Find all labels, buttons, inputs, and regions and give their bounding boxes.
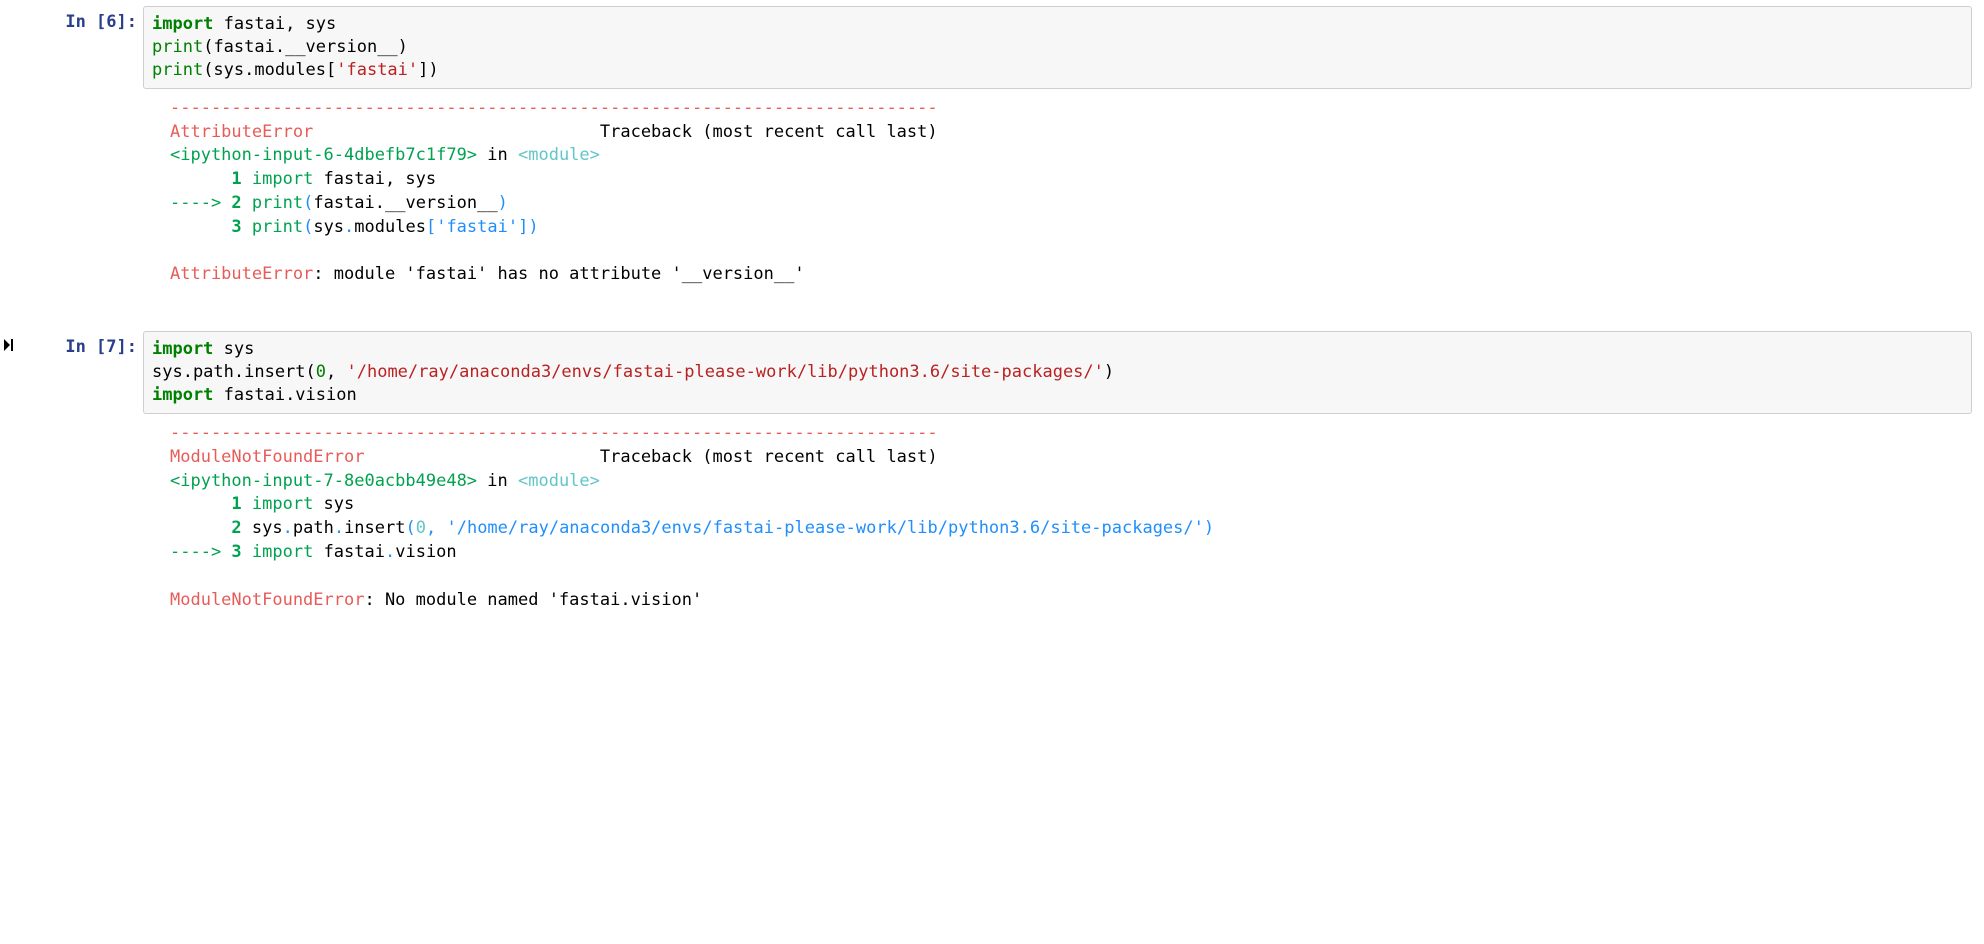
tb-text: fastai, sys [313, 169, 436, 189]
lineno: 2 [231, 193, 241, 213]
in-word: in [477, 145, 518, 165]
tb-func: print [242, 217, 303, 237]
tb-paren: ( [303, 217, 313, 237]
lineno: 2 [170, 518, 242, 538]
tb-string: '/home/ray/anaconda3/envs/fastai-please-… [446, 518, 1203, 538]
traceback-rule: ----------------------------------------… [170, 423, 938, 443]
output-content: ----------------------------------------… [134, 91, 1984, 299]
code-string: '/home/ray/anaconda3/envs/fastai-please-… [347, 362, 1104, 382]
tb-keyword: import [242, 169, 314, 189]
tb-paren: ) [498, 193, 508, 213]
module-word: <module> [518, 145, 600, 165]
run-indicator [0, 6, 17, 13]
module-word: <module> [518, 471, 600, 491]
tb-number: 0 [416, 518, 426, 538]
code-text: ) [1104, 362, 1114, 382]
notebook-cell: In [7]: import sys sys.path.insert(0, '/… [0, 325, 1984, 414]
tb-paren: ( [405, 518, 415, 538]
in-word: in [477, 471, 518, 491]
tb-text: path [293, 518, 334, 538]
error-name: AttributeError [170, 122, 313, 142]
tb-bracket: [ [426, 217, 436, 237]
error-name-final: ModuleNotFoundError [170, 590, 364, 610]
output-area: ----------------------------------------… [0, 91, 1984, 299]
tb-keyword: import [242, 494, 314, 514]
code-keyword: import [152, 339, 213, 359]
lineno: 1 [170, 494, 242, 514]
code-input[interactable]: import fastai, sys print(fastai.__versio… [143, 6, 1972, 89]
tb-dot: . [344, 217, 354, 237]
input-prompt: In [6]: [17, 6, 143, 32]
lineno: 3 [231, 542, 241, 562]
code-text: , [326, 362, 346, 382]
output-area: ----------------------------------------… [0, 416, 1984, 624]
tb-bracket: ] [518, 217, 528, 237]
output-content: ----------------------------------------… [134, 416, 1984, 624]
cell-spacer [0, 299, 1984, 325]
error-message: : module 'fastai' has no attribute '__ve… [313, 264, 804, 284]
lineno: 1 [170, 169, 242, 189]
code-number: 0 [316, 362, 326, 382]
tb-text [436, 518, 446, 538]
tb-text: vision [395, 542, 456, 562]
code-keyword: import [152, 14, 213, 34]
code-text: ( [203, 37, 213, 57]
tb-text: sys [313, 494, 354, 514]
code-keyword: import [152, 385, 213, 405]
tb-arrow: ----> [170, 542, 231, 562]
tb-paren: ) [528, 217, 538, 237]
tb-text: fastai [313, 542, 385, 562]
code-string: 'fastai' [336, 60, 418, 80]
tb-paren: ( [303, 193, 313, 213]
ipython-location: <ipython-input-7-8e0acbb49e48> [170, 471, 477, 491]
tb-string: 'fastai' [436, 217, 518, 237]
code-text: sys.path.insert( [152, 362, 316, 382]
tb-text: insert [344, 518, 405, 538]
code-func: print [152, 37, 203, 57]
code-text: fastai, sys [213, 14, 336, 34]
tb-dot: . [334, 518, 344, 538]
notebook-cell: In [6]: import fastai, sys print(fastai.… [0, 0, 1984, 89]
tb-text: modules [354, 217, 426, 237]
prompt-label: In [7]: [65, 337, 137, 357]
code-text: ]) [418, 60, 438, 80]
traceback-label: Traceback (most recent call last) [600, 122, 938, 142]
tb-paren: ) [1204, 518, 1214, 538]
tb-text: sys [313, 217, 344, 237]
code-text: sys [213, 339, 254, 359]
prompt-label: In [6]: [65, 12, 137, 32]
code-input[interactable]: import sys sys.path.insert(0, '/home/ray… [143, 331, 1972, 414]
tb-comma: , [426, 518, 436, 538]
tb-dot: . [283, 518, 293, 538]
code-text: fastai.__version__) [213, 37, 407, 57]
code-text: (sys.modules[ [203, 60, 336, 80]
tb-arrow: ----> [170, 193, 231, 213]
tb-text: sys [242, 518, 283, 538]
traceback-label: Traceback (most recent call last) [600, 447, 938, 467]
code-func: print [152, 60, 203, 80]
ipython-location: <ipython-input-6-4dbefb7c1f79> [170, 145, 477, 165]
tb-keyword: import [242, 542, 314, 562]
lineno: 3 [170, 217, 242, 237]
error-name: ModuleNotFoundError [170, 447, 364, 467]
input-prompt: In [7]: [17, 331, 143, 357]
tb-func: print [242, 193, 303, 213]
code-text: fastai.vision [213, 385, 356, 405]
error-message: : No module named 'fastai.vision' [364, 590, 702, 610]
tb-dot: . [385, 542, 395, 562]
traceback-rule: ----------------------------------------… [170, 98, 938, 118]
error-name-final: AttributeError [170, 264, 313, 284]
run-indicator-icon[interactable] [0, 331, 17, 355]
tb-text: fastai.__version__ [313, 193, 497, 213]
